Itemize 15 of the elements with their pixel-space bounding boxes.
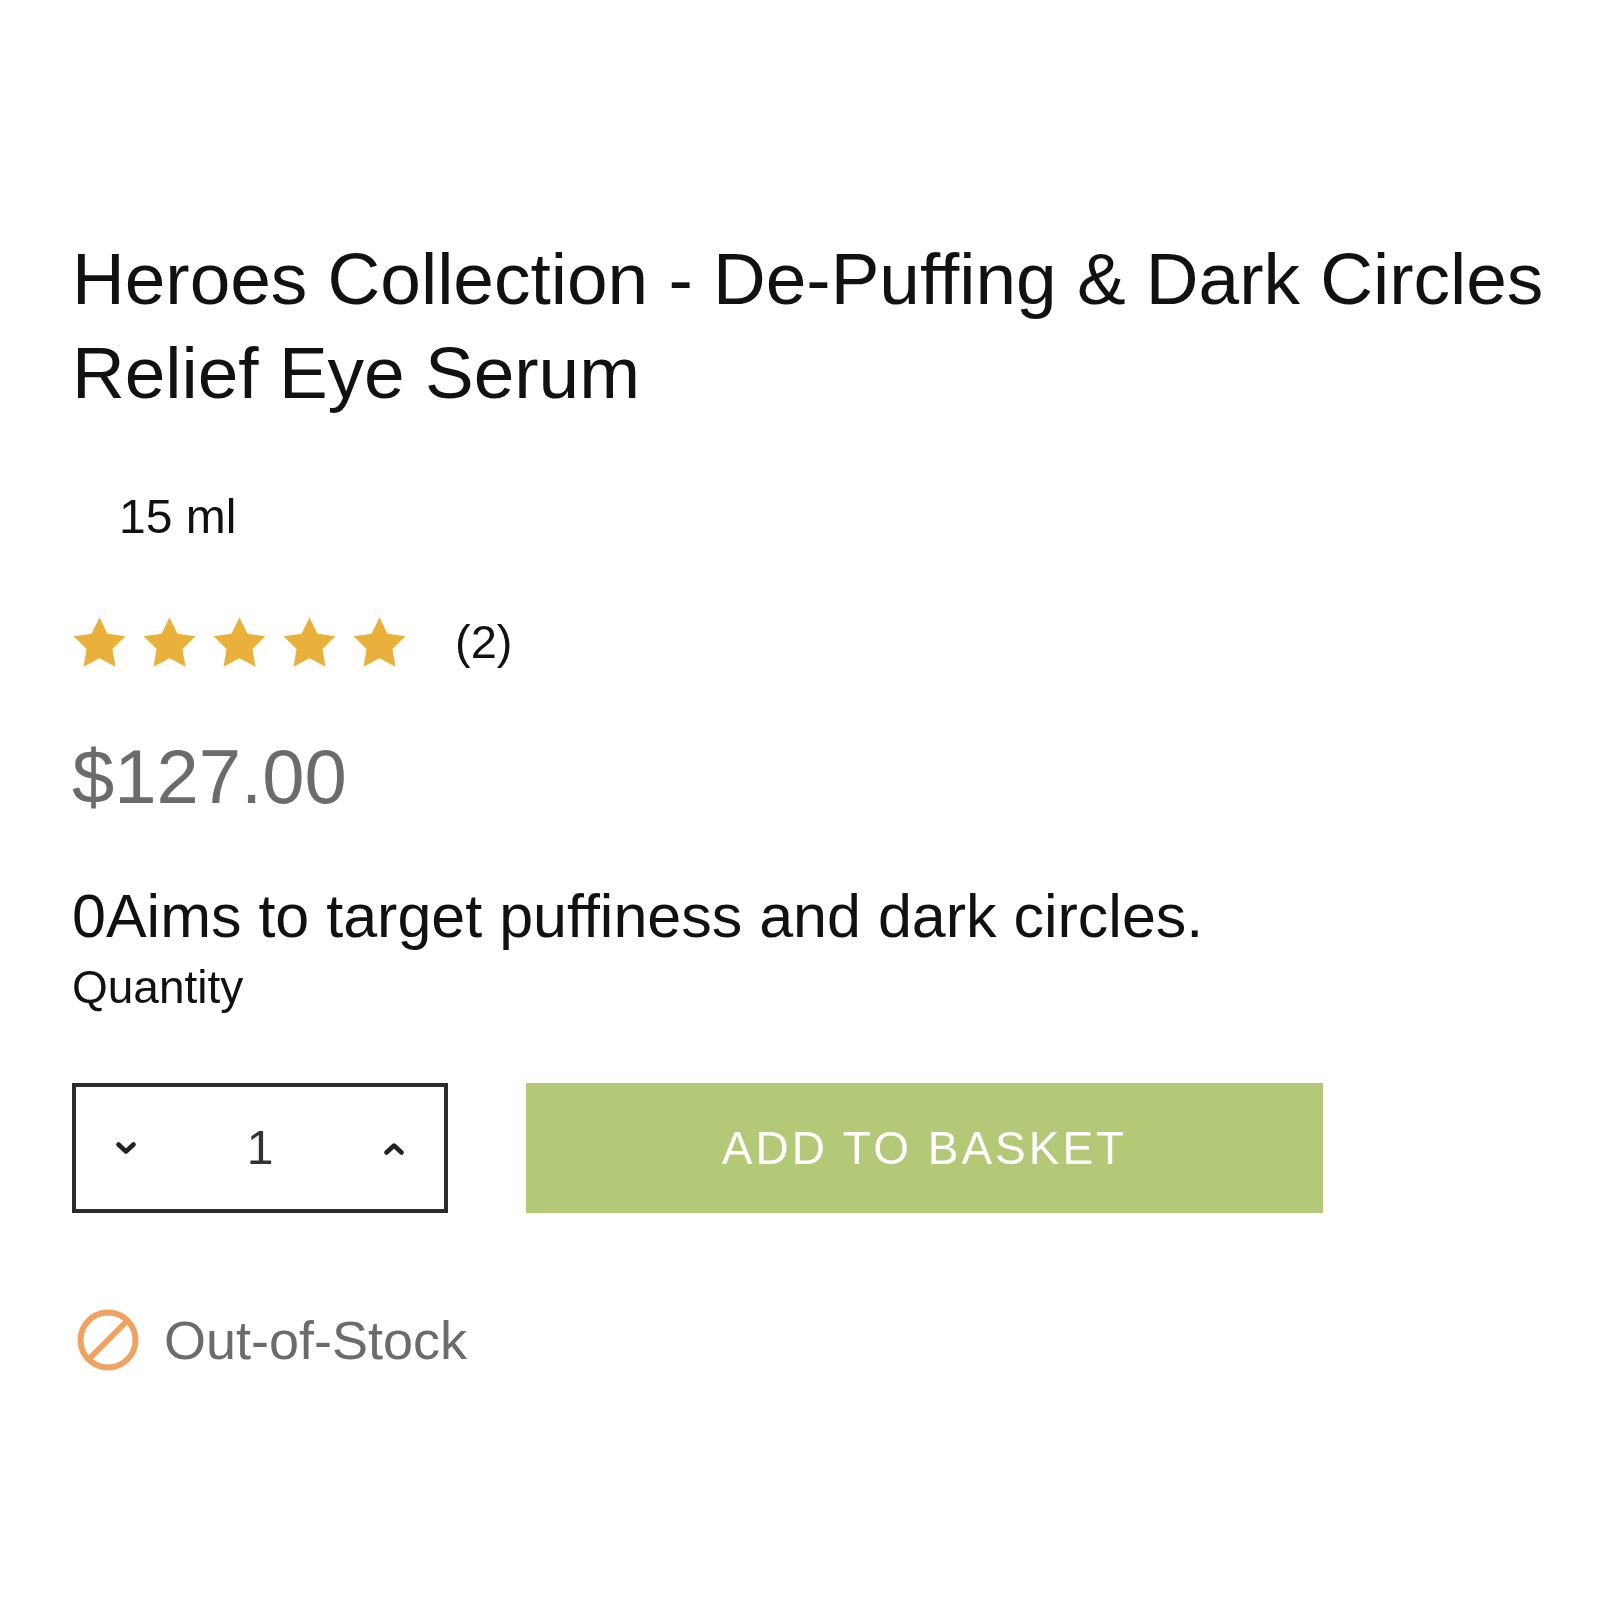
product-description: 0Aims to target puffiness and dark circles. [72,882,1204,950]
stock-status-text: Out-of-Stock [164,1309,468,1371]
star-icon [142,615,197,669]
chevron-up-icon [383,1141,405,1155]
product-title: Heroes Collection - De-Puffing & Dark Circles Relief Eye Serum [72,237,1545,415]
chevron-down-icon [115,1141,137,1155]
quantity-field[interactable]: 1 [230,1120,290,1176]
review-count[interactable]: (2) [455,614,513,670]
quantity-label: Quantity [72,961,244,1013]
product-size: 15 ml [119,489,237,545]
product-price: $127.00 [72,733,347,821]
star-icon [212,615,267,669]
star-icon [72,615,127,669]
star-icon [352,615,407,669]
star-icon [282,615,337,669]
